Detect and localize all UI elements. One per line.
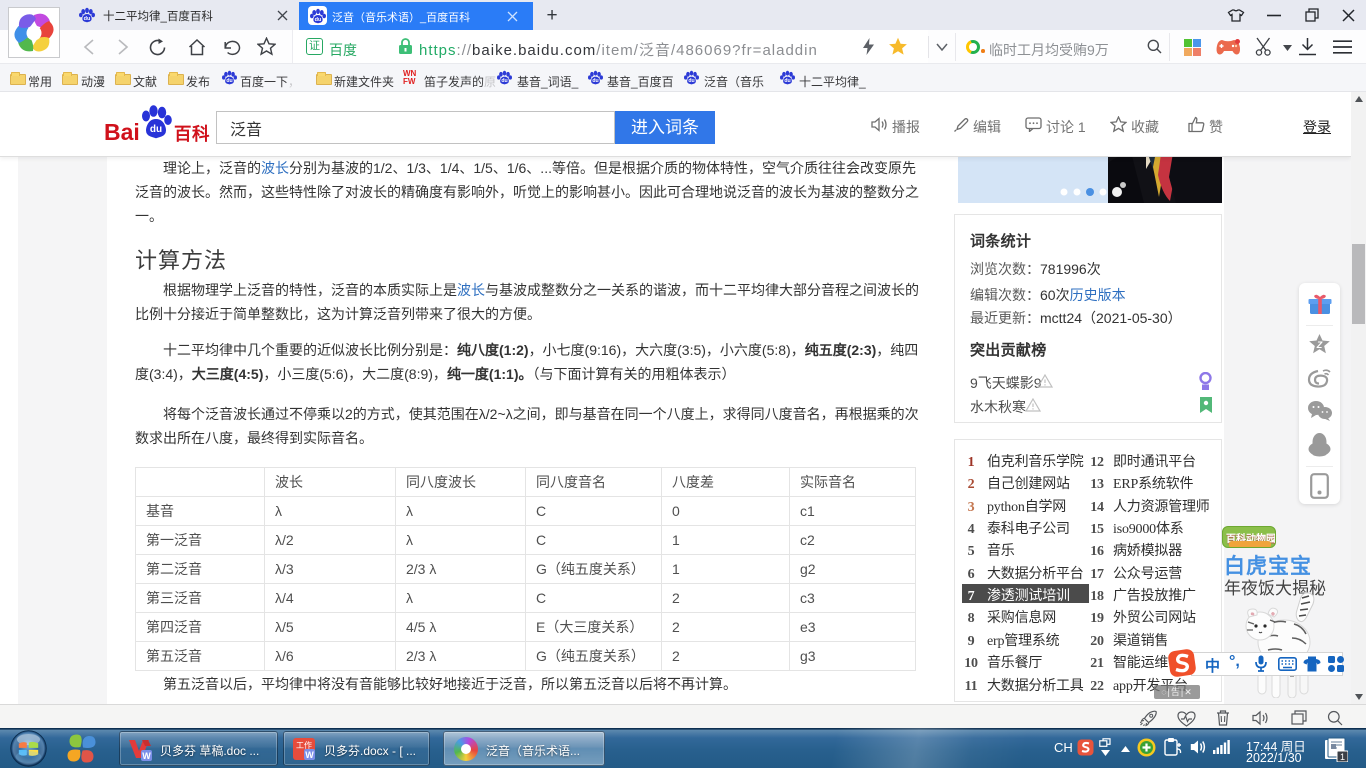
svg-text:1: 1: [1340, 752, 1345, 762]
svg-text:du: du: [150, 124, 162, 135]
svg-text:Z: Z: [1316, 340, 1323, 350]
svg-text:W: W: [142, 751, 151, 761]
svg-text:W: W: [305, 750, 314, 760]
svg-text:工作: 工作: [296, 740, 312, 750]
